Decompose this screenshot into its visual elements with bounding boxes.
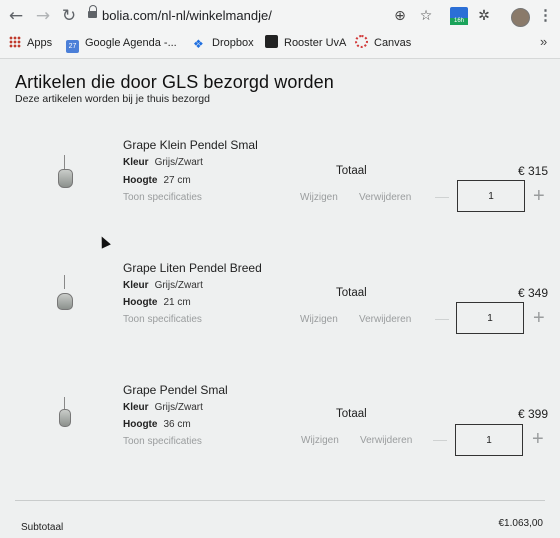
product-height: Hoogte 21 cm — [123, 297, 191, 308]
item-price: € 349 — [517, 286, 548, 300]
extension-puzzle-icon[interactable]: ✲ — [474, 7, 494, 25]
total-label: Totaal — [336, 287, 367, 299]
calendar-icon: 27 — [66, 40, 79, 53]
decrease-quantity-button[interactable] — [435, 319, 449, 320]
remove-link[interactable]: Verwijderen — [359, 192, 411, 203]
reload-icon[interactable]: ↻ — [58, 5, 80, 27]
cart-page: Artikelen die door GLS bezorgd worden De… — [0, 59, 560, 538]
bookmark-rooster-uva[interactable]: Rooster UvA — [265, 35, 346, 51]
remove-link[interactable]: Verwijderen — [359, 314, 411, 325]
bookmark-label: Google Agenda -... — [85, 37, 177, 49]
divider — [15, 500, 545, 501]
lock-icon — [88, 5, 97, 19]
product-color: Kleur Grijs/Zwart — [123, 402, 203, 413]
total-label: Totaal — [336, 408, 367, 420]
page-subtitle: Deze artikelen worden bij je thuis bezor… — [15, 93, 210, 105]
bookmark-canvas[interactable]: Canvas — [355, 35, 411, 51]
extension-badge-text: 16h — [450, 18, 468, 25]
cart-item: Grape Liten Pendel Breed Kleur Grijs/Zwar… — [0, 257, 560, 367]
subtotal-label: Subtotaal — [21, 522, 64, 533]
total-label: Totaal — [336, 165, 367, 177]
menu-icon[interactable]: ⋮ — [538, 6, 553, 26]
bookmark-dropbox[interactable]: ❖ Dropbox — [193, 35, 254, 51]
apps-grid-icon — [9, 36, 21, 48]
profile-avatar[interactable] — [511, 8, 530, 27]
bookmark-label: Canvas — [374, 37, 412, 49]
increase-quantity-button[interactable]: + — [533, 308, 545, 328]
bookmark-star-icon[interactable]: ☆ — [416, 7, 436, 25]
bookmark-label: Dropbox — [212, 37, 254, 49]
decrease-quantity-button[interactable] — [435, 197, 449, 198]
remove-link[interactable]: Verwijderen — [360, 435, 412, 446]
product-height: Hoogte 27 cm — [123, 175, 191, 186]
quantity-input[interactable] — [457, 180, 525, 212]
product-name[interactable]: Grape Liten Pendel Breed — [123, 261, 262, 275]
page-title: Artikelen die door GLS bezorgd worden — [15, 72, 334, 92]
add-tab-icon[interactable]: ⊕ — [390, 7, 410, 25]
item-price: € 399 — [517, 407, 548, 421]
cart-item: Grape Klein Pendel Smal Kleur Grijs/Zwart… — [0, 135, 560, 245]
item-price: € 315 — [517, 164, 548, 178]
dropbox-icon: ❖ — [193, 37, 204, 51]
product-name[interactable]: Grape Pendel Smal — [123, 383, 228, 397]
cart-item: Grape Pendel Smal Kleur Grijs/Zwart Hoogt… — [0, 379, 560, 489]
uva-icon — [265, 35, 278, 48]
browser-chrome: ← → ↻ bolia.com/nl-nl/winkelmandje/ ⊕ ☆ … — [0, 0, 560, 59]
bookmark-label: Rooster UvA — [284, 37, 347, 49]
forward-icon[interactable]: → — [32, 5, 54, 27]
url-text[interactable]: bolia.com/nl-nl/winkelmandje/ — [102, 8, 272, 23]
decrease-quantity-button[interactable] — [433, 440, 447, 441]
show-specs-link[interactable]: Toon specificaties — [123, 192, 202, 203]
show-specs-link[interactable]: Toon specificaties — [123, 314, 202, 325]
show-specs-link[interactable]: Toon specificaties — [123, 436, 202, 447]
canvas-icon — [355, 35, 368, 48]
product-color: Kleur Grijs/Zwart — [123, 280, 203, 291]
quantity-input[interactable] — [456, 302, 524, 334]
bookmark-google-agenda[interactable]: 27 Google Agenda -... — [66, 35, 177, 53]
subtotal-value: €1.063,00 — [498, 518, 544, 529]
address-bar[interactable]: bolia.com/nl-nl/winkelmandje/ — [88, 5, 388, 27]
product-color: Kleur Grijs/Zwart — [123, 157, 203, 168]
edit-link[interactable]: Wijzigen — [300, 192, 338, 203]
increase-quantity-button[interactable]: + — [532, 429, 544, 449]
increase-quantity-button[interactable]: + — [533, 186, 545, 206]
product-height: Hoogte 36 cm — [123, 419, 191, 430]
extension-badge-icon[interactable]: 16h — [450, 7, 468, 25]
edit-link[interactable]: Wijzigen — [301, 435, 339, 446]
quantity-input[interactable] — [455, 424, 523, 456]
back-icon[interactable]: ← — [5, 5, 27, 27]
more-bookmarks-icon[interactable]: » — [540, 34, 547, 49]
bookmark-label: Apps — [27, 37, 53, 49]
product-name[interactable]: Grape Klein Pendel Smal — [123, 138, 258, 152]
edit-link[interactable]: Wijzigen — [300, 314, 338, 325]
bookmark-apps[interactable]: Apps — [9, 35, 52, 51]
